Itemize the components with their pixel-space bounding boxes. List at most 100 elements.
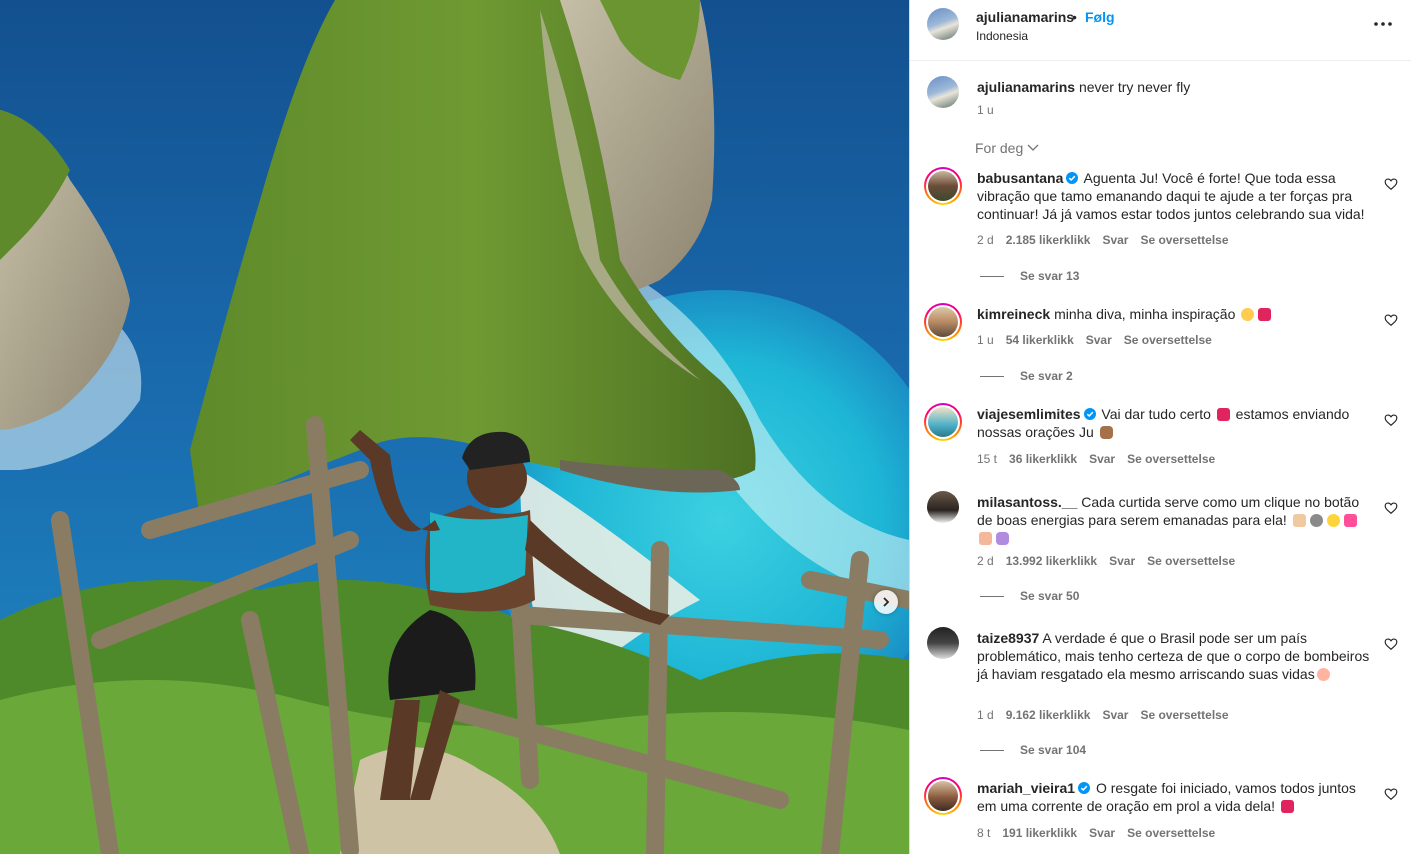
comment-body: babusantana Aguenta Ju! Você é forte! Qu… xyxy=(977,169,1372,223)
heart-outline-icon[interactable] xyxy=(1384,787,1398,801)
translate-button[interactable]: Se oversettelse xyxy=(1124,333,1212,347)
author-avatar[interactable] xyxy=(927,8,959,40)
translate-button[interactable]: Se oversettelse xyxy=(1147,554,1235,568)
comment-meta: 8 t 191 likerklikk Svar Se oversettelse xyxy=(977,826,1215,840)
commenter-username[interactable]: taize8937 xyxy=(977,630,1039,646)
comment-time[interactable]: 1 d xyxy=(977,708,994,722)
caption-avatar[interactable] xyxy=(927,76,959,108)
caption-time[interactable]: 1 u xyxy=(977,103,994,117)
translate-button[interactable]: Se oversettelse xyxy=(1140,233,1228,247)
praying-hands-emoji xyxy=(1099,426,1113,439)
translate-button[interactable]: Se oversettelse xyxy=(1127,826,1215,840)
raising-hands-emoji xyxy=(979,532,992,545)
verified-badge-icon xyxy=(1078,782,1091,794)
commenter-username[interactable]: babusantana xyxy=(977,170,1063,186)
sparkles-emoji xyxy=(1326,514,1340,527)
next-image-button[interactable] xyxy=(874,590,898,614)
sort-label: For deg xyxy=(975,140,1024,156)
heart-outline-icon[interactable] xyxy=(1384,177,1398,191)
translate-button[interactable]: Se oversettelse xyxy=(1140,708,1228,722)
comment-body: taize8937 A verdade é que o Brasil pode … xyxy=(977,629,1372,683)
commenter-avatar[interactable] xyxy=(927,627,959,659)
commenter-avatar[interactable] xyxy=(927,491,959,523)
more-options-button[interactable] xyxy=(1373,14,1393,34)
reply-button[interactable]: Svar xyxy=(1102,233,1128,247)
comment-sort-dropdown[interactable]: For deg xyxy=(975,140,1039,156)
replies-label: Se svar 2 xyxy=(1020,369,1073,383)
chevron-right-icon xyxy=(883,597,890,607)
comment-time[interactable]: 1 u xyxy=(977,333,994,347)
reply-button[interactable]: Svar xyxy=(1109,554,1135,568)
verified-badge-icon xyxy=(1083,408,1096,420)
comment-time[interactable]: 8 t xyxy=(977,826,990,840)
heart-eyes-emoji xyxy=(1241,308,1255,321)
verified-badge-icon xyxy=(1066,172,1079,184)
heart-emoji xyxy=(1258,308,1272,321)
caption-username[interactable]: ajulianamarins xyxy=(977,79,1075,95)
commenter-username[interactable]: kimreineck xyxy=(977,306,1050,322)
reply-button[interactable]: Svar xyxy=(1086,333,1112,347)
comment-body: milasantoss.__ Cada curtida serve como u… xyxy=(977,493,1372,547)
comment-time[interactable]: 15 t xyxy=(977,452,997,466)
comment-text: minha diva, minha inspiração xyxy=(1054,306,1236,322)
post-header: ajulianamarins • Følg Indonesia xyxy=(910,0,1411,61)
heart-outline-icon[interactable] xyxy=(1384,637,1398,651)
commenter-avatar[interactable] xyxy=(924,303,962,341)
caption: ajulianamarins never try never fly xyxy=(977,79,1190,95)
commenter-username[interactable]: milasantoss.__ xyxy=(977,494,1077,510)
caption-text: never try never fly xyxy=(1078,79,1191,95)
heart-emoji xyxy=(1216,408,1230,421)
comment-likes[interactable]: 54 likerklikk xyxy=(1006,333,1074,347)
replies-divider xyxy=(980,375,1004,377)
heart-outline-icon[interactable] xyxy=(1384,413,1398,427)
comment-likes[interactable]: 191 likerklikk xyxy=(1002,826,1077,840)
reply-button[interactable]: Svar xyxy=(1089,826,1115,840)
view-replies-button[interactable]: Se svar 13 xyxy=(980,269,1079,283)
comment-body: viajesemlimites Vai dar tudo certo estam… xyxy=(977,405,1372,441)
replies-divider xyxy=(980,595,1004,597)
replies-label: Se svar 13 xyxy=(1020,269,1080,283)
author-username[interactable]: ajulianamarins xyxy=(976,9,1074,25)
comment-likes[interactable]: 9.162 likerklikk xyxy=(1006,708,1091,722)
replies-label: Se svar 104 xyxy=(1020,743,1087,757)
post-photo[interactable] xyxy=(0,0,909,854)
replies-divider xyxy=(980,749,1004,751)
reply-button[interactable]: Svar xyxy=(1102,708,1128,722)
commenter-username[interactable]: viajesemlimites xyxy=(977,406,1081,422)
heart-ribbon-emoji xyxy=(1343,514,1357,527)
comment-meta: 1 u 54 likerklikk Svar Se oversettelse xyxy=(977,333,1212,347)
view-replies-button[interactable]: Se svar 104 xyxy=(980,743,1086,757)
chevron-down-icon xyxy=(1027,144,1039,151)
cliff-scene-image xyxy=(0,0,909,854)
pointing-emoji xyxy=(1292,514,1306,527)
comment-meta: 1 d 9.162 likerklikk Svar Se oversettels… xyxy=(977,708,1229,722)
commenter-avatar[interactable] xyxy=(924,167,962,205)
comment-meta: 2 d 2.185 likerklikk Svar Se oversettels… xyxy=(977,233,1229,247)
comment-time[interactable]: 2 d xyxy=(977,233,994,247)
replies-label: Se svar 50 xyxy=(1020,589,1080,603)
replies-divider xyxy=(980,275,1004,277)
post-side-panel: ajulianamarins • Følg Indonesia ajuliana… xyxy=(909,0,1411,854)
view-replies-button[interactable]: Se svar 50 xyxy=(980,589,1079,603)
separator-dot: • xyxy=(1072,9,1077,25)
reply-button[interactable]: Svar xyxy=(1089,452,1115,466)
flushed-emoji xyxy=(1316,668,1330,681)
heart-outline-icon[interactable] xyxy=(1384,501,1398,515)
commenter-avatar[interactable] xyxy=(924,403,962,441)
comment-likes[interactable]: 13.992 likerklikk xyxy=(1006,554,1097,568)
heart-emoji xyxy=(1280,800,1294,813)
commenter-username[interactable]: mariah_vieira1 xyxy=(977,780,1075,796)
heart-outline-icon[interactable] xyxy=(1384,313,1398,327)
post-location[interactable]: Indonesia xyxy=(976,29,1028,43)
comment-text: Vai dar tudo certo xyxy=(1101,406,1211,422)
grey-circle-emoji xyxy=(1309,514,1323,527)
comment-body: kimreineck minha diva, minha inspiração xyxy=(977,305,1372,323)
comment-meta: 15 t 36 likerklikk Svar Se oversettelse xyxy=(977,452,1215,466)
comment-likes[interactable]: 36 likerklikk xyxy=(1009,452,1077,466)
comment-likes[interactable]: 2.185 likerklikk xyxy=(1006,233,1091,247)
follow-button[interactable]: Følg xyxy=(1085,9,1115,25)
comment-time[interactable]: 2 d xyxy=(977,554,994,568)
commenter-avatar[interactable] xyxy=(924,777,962,815)
translate-button[interactable]: Se oversettelse xyxy=(1127,452,1215,466)
view-replies-button[interactable]: Se svar 2 xyxy=(980,369,1073,383)
